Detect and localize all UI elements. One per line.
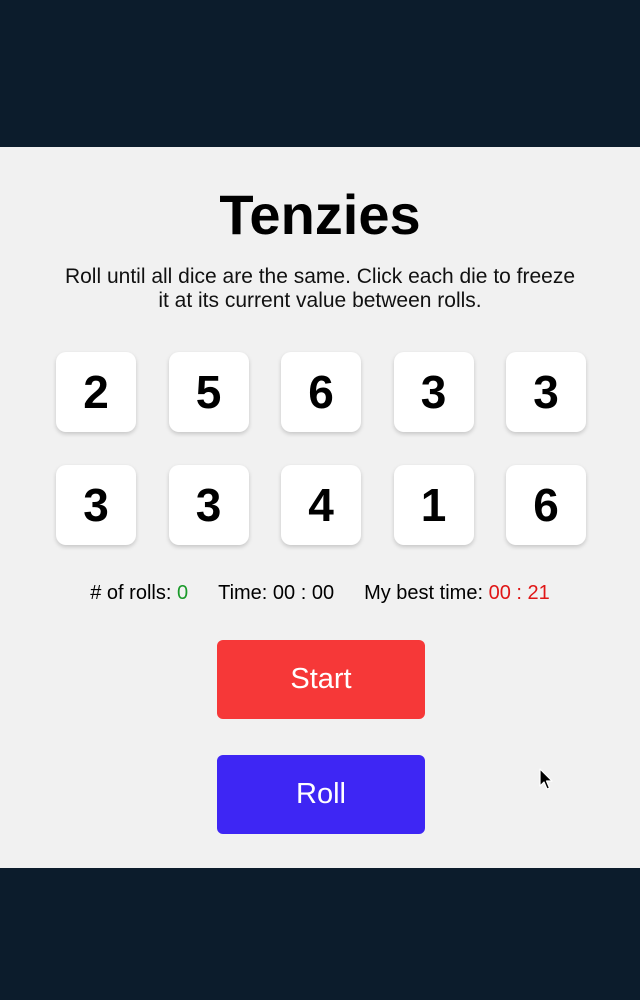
die-3[interactable]: 6 (281, 352, 361, 432)
time-label: Time: (218, 582, 268, 604)
best-time-label: My best time: (364, 582, 484, 604)
page: Tenzies Roll until all dice are the same… (0, 0, 640, 1000)
die-5[interactable]: 3 (506, 352, 586, 432)
start-button[interactable]: Start (217, 640, 425, 719)
bottom-background (0, 868, 640, 1000)
best-time-value: 00 : 21 (488, 582, 550, 604)
die-8[interactable]: 4 (281, 465, 361, 545)
dice-grid: 2 5 6 3 3 3 3 4 1 6 (56, 352, 586, 545)
time-value: 00 : 00 (272, 582, 335, 604)
game-instructions: Roll until all dice are the same. Click … (64, 265, 576, 312)
time-stat: Time: 00 : 00 (218, 581, 334, 605)
game-title: Tenzies (219, 183, 421, 246)
die-1[interactable]: 2 (56, 352, 136, 432)
rolls-count: 0 (176, 582, 189, 604)
die-4[interactable]: 3 (393, 352, 474, 432)
die-10[interactable]: 6 (506, 465, 586, 545)
rolls-stat: # of rolls: 0 (90, 581, 188, 605)
die-9[interactable]: 1 (393, 465, 474, 545)
top-background (0, 0, 640, 147)
rolls-label: # of rolls: (90, 582, 172, 604)
roll-button[interactable]: Roll (217, 755, 425, 834)
die-6[interactable]: 3 (56, 465, 136, 545)
die-7[interactable]: 3 (168, 465, 249, 545)
die-2[interactable]: 5 (168, 352, 249, 432)
game-board: Tenzies Roll until all dice are the same… (0, 147, 640, 868)
best-time-stat: My best time: 00 : 21 (364, 581, 550, 605)
stats-bar: # of rolls: 0 Time: 00 : 00 My best time… (0, 581, 640, 605)
